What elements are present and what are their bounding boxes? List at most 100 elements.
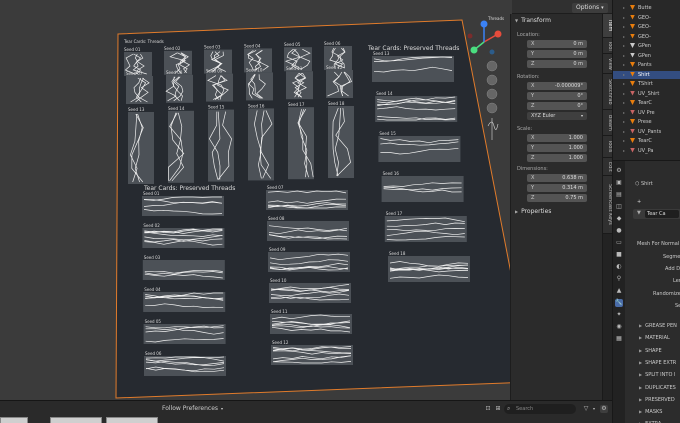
expand-arrow-icon[interactable]: ▸ — [623, 23, 625, 31]
outliner-row[interactable]: ▸ UV Pre — [613, 109, 680, 117]
expand-arrow-icon[interactable]: ▸ — [623, 128, 625, 136]
rotation-x-field[interactable]: X -0.000009° — [527, 82, 587, 90]
modifier-tab-icon[interactable]: 🔧 — [615, 299, 623, 307]
preserved-card[interactable] — [142, 196, 224, 216]
outliner: ▸ Butte ▸ GEO- ▸ GEO- ▸ GEO- ▸ GPen ▸ GPen ▸ Pants ▸ Sh… — [612, 0, 680, 160]
timeline-thumb[interactable] — [106, 417, 158, 423]
scale-x-field[interactable]: X 1.000 — [527, 134, 587, 142]
outliner-row[interactable]: ▸ GPen — [613, 52, 680, 60]
expand-arrow-icon[interactable]: ▸ — [623, 118, 625, 126]
expand-arrow-icon[interactable]: ▸ — [623, 80, 625, 88]
outliner-row[interactable]: ▸ TearC — [613, 137, 680, 145]
uv-object-icon — [630, 147, 635, 153]
material-tab-icon[interactable]: ◉ — [615, 323, 623, 331]
modifier-name-field[interactable]: Tear Ca — [645, 210, 679, 218]
expand-arrow-icon[interactable]: ▸ — [623, 71, 625, 79]
rotation-y-field[interactable]: Y 0° — [527, 92, 587, 100]
expand-arrow-icon[interactable]: ▸ — [623, 109, 625, 117]
camera-icon[interactable] — [486, 88, 498, 100]
modifier-subpanel[interactable]: ▶ GREASE PEN — [639, 323, 677, 329]
outliner-row[interactable]: ▸ GEO- — [613, 14, 680, 22]
outliner-row[interactable]: ▸ UV_Shirt — [613, 90, 680, 98]
expand-arrow-icon[interactable]: ▸ — [623, 61, 625, 69]
outliner-row[interactable]: ▸ TShirt — [613, 80, 680, 88]
collection-tab-icon[interactable]: ▭ — [615, 239, 623, 247]
scale-z-field[interactable]: Z 1.000 — [527, 154, 587, 162]
transform-header[interactable]: ▼ Transform — [515, 17, 551, 24]
options-dropdown[interactable]: Options ▾ — [572, 3, 608, 13]
dimensions-x-field[interactable]: X 0.638 m — [527, 174, 587, 182]
grid-icon[interactable]: ⊞ — [494, 405, 502, 413]
expand-arrow-icon[interactable]: ▸ — [623, 52, 625, 60]
modifier-subpanel[interactable]: ▶ SPLIT INTO I — [639, 372, 675, 378]
dimensions-z-field[interactable]: Z 0.75 m — [527, 194, 587, 202]
output-tab-icon[interactable]: ▤ — [615, 191, 623, 199]
scale-y-field[interactable]: Y 1.000 — [527, 144, 587, 152]
modifier-subpanel[interactable]: ▶ MATERIAL — [639, 335, 670, 341]
3d-viewport[interactable]: Seed 13 Seed 14 Seed 15 Seed 16 Tear Cards: … — [0, 0, 512, 400]
scene-tab-icon[interactable]: ◆ — [615, 215, 623, 223]
modifier-subpanel[interactable]: ▶ SHAPE EXTR — [639, 360, 676, 366]
expand-arrow-icon[interactable]: ▸ — [623, 99, 625, 107]
expand-arrow-icon[interactable]: ▸ — [623, 147, 625, 155]
location-x-field[interactable]: X 0 m — [527, 40, 587, 48]
physics-tab-icon[interactable]: ◐ — [615, 263, 623, 271]
modifier-header[interactable]: ▼ Tear Ca — [633, 209, 680, 219]
properties-header[interactable]: ▶ Properties — [515, 208, 551, 215]
x-axis-handle[interactable] — [494, 30, 502, 38]
outliner-row[interactable]: ▸ TearC — [613, 99, 680, 107]
dimensions-y-field[interactable]: Y 0.314 m — [527, 184, 587, 192]
outliner-row[interactable]: ▸ UV_Pa — [613, 147, 680, 155]
restrict-toggle-icon[interactable]: ⊡ — [484, 405, 492, 413]
particles-tab-icon[interactable]: ✦ — [615, 311, 623, 319]
expand-arrow-icon[interactable]: ▸ — [623, 42, 625, 50]
follow-preferences-dropdown[interactable]: Follow Preferences ▾ — [162, 405, 223, 412]
outliner-row[interactable]: ▸ Pants — [613, 61, 680, 69]
navigation-gizmo[interactable]: Threads — [462, 14, 510, 144]
settings-gear-icon[interactable]: ⚙ — [600, 405, 608, 413]
outliner-row[interactable]: ▸ GEO- — [613, 23, 680, 31]
location-z-field[interactable]: Z 0 m — [527, 60, 587, 68]
constraints-tab-icon[interactable]: ⚲ — [615, 275, 623, 283]
texture-tab-icon[interactable]: ▦ — [615, 335, 623, 343]
thread-card[interactable] — [326, 70, 353, 98]
expand-arrow-icon[interactable]: ▸ — [623, 137, 625, 145]
outliner-row[interactable]: ▸ GPen — [613, 42, 680, 50]
view-layer-tab-icon[interactable]: ◫ — [615, 203, 623, 211]
rotation-mode-select[interactable]: XYZ Euler ▾ — [527, 112, 587, 120]
modifier-subpanel[interactable]: ▶ SHAPE — [639, 348, 662, 354]
render-tab-icon[interactable]: ▣ — [615, 179, 623, 187]
thread-card[interactable] — [328, 106, 354, 178]
field-value: 0 m — [573, 41, 583, 47]
world-tab-icon[interactable]: ● — [615, 227, 623, 235]
location-y-field[interactable]: Y 0 m — [527, 50, 587, 58]
expand-arrow-icon[interactable]: ▸ — [623, 14, 625, 22]
chevron-down-icon[interactable]: ▾ — [590, 405, 598, 413]
tool-tab-icon[interactable]: ⚙ — [615, 167, 623, 175]
search-input[interactable]: ⌕ Search — [504, 404, 576, 414]
filter-icon[interactable]: ▽ — [582, 405, 590, 413]
y-axis-handle[interactable] — [470, 46, 478, 54]
timeline-thumb[interactable] — [50, 417, 102, 423]
add-modifier-button[interactable]: + — [637, 199, 641, 205]
data-tab-icon[interactable]: ▲ — [615, 287, 623, 295]
rotation-z-field[interactable]: Z 0° — [527, 102, 587, 110]
expand-arrow-icon[interactable]: ▸ — [623, 90, 625, 98]
perspective-icon[interactable] — [486, 102, 498, 114]
expand-arrow-icon[interactable]: ▸ — [623, 33, 625, 41]
modifier-subpanel[interactable]: ▶ DUPLICATES — [639, 385, 676, 391]
timeline-thumb[interactable] — [0, 417, 28, 423]
pan-icon[interactable] — [486, 74, 498, 86]
z-axis-handle[interactable] — [480, 20, 488, 28]
outliner-row[interactable]: ▸ GEO- — [613, 33, 680, 41]
expand-arrow-icon[interactable]: ▸ — [623, 4, 625, 12]
outliner-row[interactable]: ▸ UV_Pants — [613, 128, 680, 136]
zoom-icon[interactable] — [486, 60, 498, 72]
modifier-subpanel[interactable]: ▶ MASKS — [639, 409, 662, 415]
outliner-row[interactable]: ▸ Shirt — [613, 70, 680, 79]
modifier-subpanel[interactable]: ▶ PRESERVED — [639, 397, 675, 403]
outliner-row[interactable]: ▸ Butte — [613, 4, 680, 12]
thread-card[interactable] — [206, 73, 233, 102]
object-tab-icon[interactable]: ■ — [615, 251, 623, 259]
outliner-row[interactable]: ▸ Prese — [613, 118, 680, 126]
